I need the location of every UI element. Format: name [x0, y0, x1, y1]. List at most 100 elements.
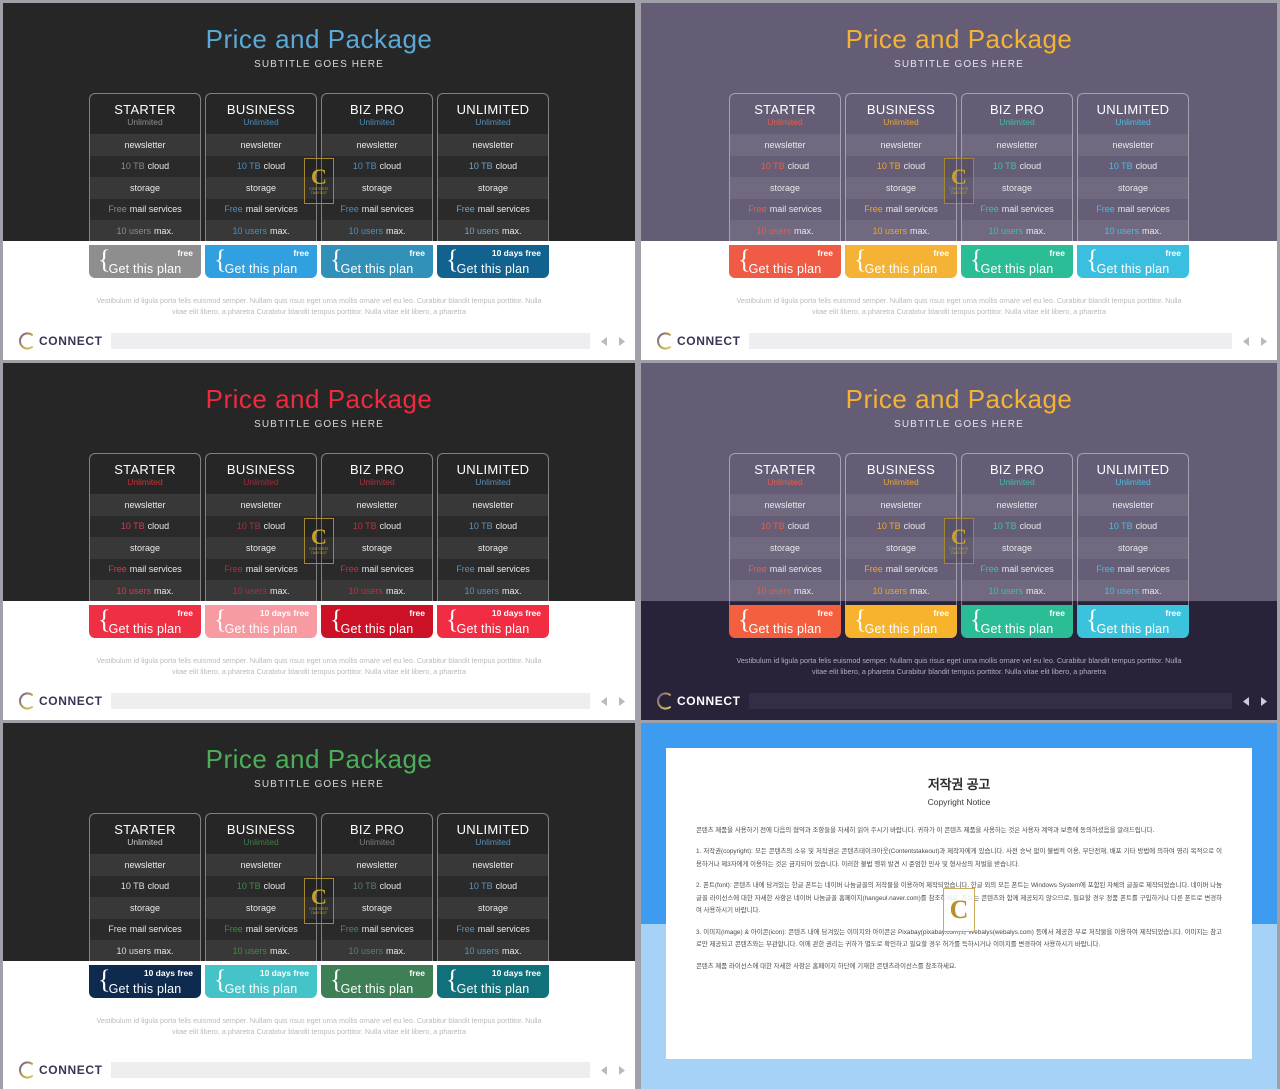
slide-cell-red-on-dark[interactable]: Price and Package SUBTITLE GOES HERE START… — [0, 360, 638, 720]
progress-bar[interactable] — [748, 693, 1232, 709]
next-slide-button[interactable] — [1257, 693, 1269, 709]
plan-name: BUSINESS — [866, 102, 936, 118]
get-this-plan-button[interactable]: {10 days free Get this plan — [205, 605, 317, 638]
get-this-plan-button[interactable]: {10 days free Get this plan — [89, 965, 201, 998]
slide-cell-copyright[interactable]: 저작권 공고 Copyright Notice 콘텐츠 제품을 사용하기 전에 다음… — [638, 720, 1280, 1089]
plan-trial-label: free — [1165, 248, 1181, 258]
progress-bar[interactable] — [110, 1062, 590, 1078]
slide-cell-multicolor-on-purple[interactable]: Price and Package SUBTITLE GOES HERE START… — [638, 0, 1280, 360]
pricing-card-business[interactable]: BUSINESS Unlimited newsletter 10 TB cloud sto… — [205, 813, 317, 998]
plan-feature-row: 10 users max. — [438, 580, 548, 602]
feature-rest: newsletter — [240, 139, 282, 150]
get-this-plan-button[interactable]: {10 days free Get this plan — [437, 605, 549, 638]
progress-bar[interactable] — [110, 693, 590, 709]
pricing-card-header: BUSINESS Unlimited — [206, 454, 316, 494]
pricing-card-body: BUSINESS Unlimited newsletter 10 TB cloud sto… — [205, 453, 317, 605]
pricing-card-starter[interactable]: STARTER Unlimited newsletter 10 TB cloud stor… — [89, 813, 201, 998]
pricing-cards-row: STARTER Unlimited newsletter 10 TB cloud stor… — [641, 453, 1277, 638]
get-this-plan-button[interactable]: {free Get this plan — [321, 245, 433, 278]
feature-rest: mail services — [1001, 564, 1054, 575]
copyright-paragraph: 3. 이미지(image) & 아이콘(icon): 콘텐츠 내에 담겨있는 이… — [696, 928, 1222, 949]
prev-slide-button[interactable] — [598, 333, 610, 349]
cta-label: Get this plan — [108, 262, 182, 276]
progress-bar[interactable] — [110, 333, 590, 349]
prev-slide-button[interactable] — [598, 1062, 610, 1078]
next-slide-button[interactable] — [615, 333, 627, 349]
feature-rest: cloud — [1019, 521, 1042, 532]
plan-feature-row: 10 TB cloud — [730, 156, 840, 178]
pricing-card-body: UNLIMITED Unlimited newsletter 10 TB cloud st… — [1077, 453, 1189, 605]
slide-cell-green-teal-on-dark[interactable]: Price and Package SUBTITLE GOES HERE START… — [0, 720, 638, 1089]
get-this-plan-button[interactable]: {free Get this plan — [845, 605, 957, 638]
feature-rest: newsletter — [764, 139, 806, 150]
get-this-plan-button[interactable]: {free Get this plan — [89, 245, 201, 278]
feature-highlight: 10 users — [988, 225, 1023, 236]
pricing-card-unlimited[interactable]: UNLIMITED Unlimited newsletter 10 TB cloud st… — [1077, 93, 1189, 278]
pricing-card-header: UNLIMITED Unlimited — [438, 454, 548, 494]
pricing-card-biz-pro[interactable]: BIZ PRO Unlimited newsletter 10 TB cloud stor… — [961, 453, 1073, 638]
pricing-card-biz-pro[interactable]: BIZ PRO Unlimited newsletter 10 TB cloud stor… — [321, 813, 433, 998]
pricing-card-biz-pro[interactable]: BIZ PRO Unlimited newsletter 10 TB cloud stor… — [961, 93, 1073, 278]
pricing-card-biz-pro[interactable]: BIZ PRO Unlimited newsletter 10 TB cloud stor… — [321, 93, 433, 278]
plan-name: BIZ PRO — [349, 462, 405, 478]
plan-tagline: Unlimited — [1115, 477, 1151, 488]
prev-slide-button[interactable] — [1240, 693, 1252, 709]
slide-cell-blue-on-dark[interactable]: Price and Package SUBTITLE GOES HERE START… — [0, 0, 638, 360]
feature-highlight: 10 TB — [468, 161, 493, 172]
feature-highlight: 10 TB — [992, 521, 1017, 532]
get-this-plan-button[interactable]: {free Get this plan — [961, 245, 1073, 278]
pricing-card-header: STARTER Unlimited — [90, 814, 200, 854]
get-this-plan-button[interactable]: {free Get this plan — [321, 965, 433, 998]
pricing-card-header: STARTER Unlimited — [90, 454, 200, 494]
get-this-plan-button[interactable]: {free Get this plan — [1077, 245, 1189, 278]
next-slide-button[interactable] — [615, 693, 627, 709]
get-this-plan-button[interactable]: {free Get this plan — [89, 605, 201, 638]
get-this-plan-button[interactable]: {free Get this plan — [845, 245, 957, 278]
get-this-plan-button[interactable]: {free Get this plan — [205, 245, 317, 278]
pricing-card-unlimited[interactable]: UNLIMITED Unlimited newsletter 10 TB cloud st… — [437, 813, 549, 998]
get-this-plan-button[interactable]: {free Get this plan — [729, 605, 841, 638]
get-this-plan-button[interactable]: {free Get this plan — [1077, 605, 1189, 638]
next-slide-button[interactable] — [1257, 333, 1269, 349]
copyright-paper: 저작권 공고 Copyright Notice 콘텐츠 제품을 사용하기 전에 다음… — [666, 748, 1252, 1059]
pricing-card-starter[interactable]: STARTER Unlimited newsletter 10 TB cloud stor… — [89, 93, 201, 278]
feature-rest: max. — [154, 945, 174, 956]
feature-rest: max. — [794, 585, 814, 596]
next-slide-button[interactable] — [615, 1062, 627, 1078]
feature-rest: newsletter — [240, 859, 282, 870]
pricing-card-business[interactable]: BUSINESS Unlimited newsletter 10 TB cloud sto… — [205, 93, 317, 278]
get-this-plan-button[interactable]: {free Get this plan — [729, 245, 841, 278]
pricing-card-business[interactable]: BUSINESS Unlimited newsletter 10 TB cloud sto… — [205, 453, 317, 638]
plan-trial-label: free — [1165, 608, 1181, 618]
pricing-card-business[interactable]: BUSINESS Unlimited newsletter 10 TB cloud sto… — [845, 93, 957, 278]
pricing-card-biz-pro[interactable]: BIZ PRO Unlimited newsletter 10 TB cloud stor… — [321, 453, 433, 638]
plan-trial-label: 10 days free — [491, 248, 541, 258]
connect-arc-icon — [655, 691, 675, 711]
pricing-card-starter[interactable]: STARTER Unlimited newsletter 10 TB cloud stor… — [89, 453, 201, 638]
plan-feature-row: 10 TB cloud — [438, 156, 548, 178]
pricing-card-business[interactable]: BUSINESS Unlimited newsletter 10 TB cloud sto… — [845, 453, 957, 638]
get-this-plan-button[interactable]: {10 days free Get this plan — [205, 965, 317, 998]
plan-feature-row: newsletter — [962, 494, 1072, 516]
pricing-card-unlimited[interactable]: UNLIMITED Unlimited newsletter 10 TB cloud st… — [1077, 453, 1189, 638]
pricing-card-unlimited[interactable]: UNLIMITED Unlimited newsletter 10 TB cloud st… — [437, 93, 549, 278]
pricing-card-body: STARTER Unlimited newsletter 10 TB cloud stor… — [89, 453, 201, 605]
feature-rest: mail services — [1117, 564, 1170, 575]
plan-feature-row: storage — [90, 177, 200, 199]
get-this-plan-button[interactable]: {10 days free Get this plan — [437, 245, 549, 278]
get-this-plan-button[interactable]: {10 days free Get this plan — [437, 965, 549, 998]
pricing-card-starter[interactable]: STARTER Unlimited newsletter 10 TB cloud stor… — [729, 93, 841, 278]
progress-bar[interactable] — [748, 333, 1232, 349]
feature-rest: max. — [910, 585, 930, 596]
slide-cell-multicolor-on-purple-dark[interactable]: Price and Package SUBTITLE GOES HERE START… — [638, 360, 1280, 720]
plan-feature-row: Free mail services — [90, 919, 200, 941]
feature-rest: newsletter — [356, 139, 398, 150]
get-this-plan-button[interactable]: {free Get this plan — [321, 605, 433, 638]
pricing-card-unlimited[interactable]: UNLIMITED Unlimited newsletter 10 TB cloud st… — [437, 453, 549, 638]
prev-slide-button[interactable] — [1240, 333, 1252, 349]
prev-slide-button[interactable] — [598, 693, 610, 709]
pricing-card-starter[interactable]: STARTER Unlimited newsletter 10 TB cloud stor… — [729, 453, 841, 638]
plan-feature-row: Free mail services — [438, 919, 548, 941]
page-title: Price and Package — [205, 744, 433, 774]
get-this-plan-button[interactable]: {free Get this plan — [961, 605, 1073, 638]
